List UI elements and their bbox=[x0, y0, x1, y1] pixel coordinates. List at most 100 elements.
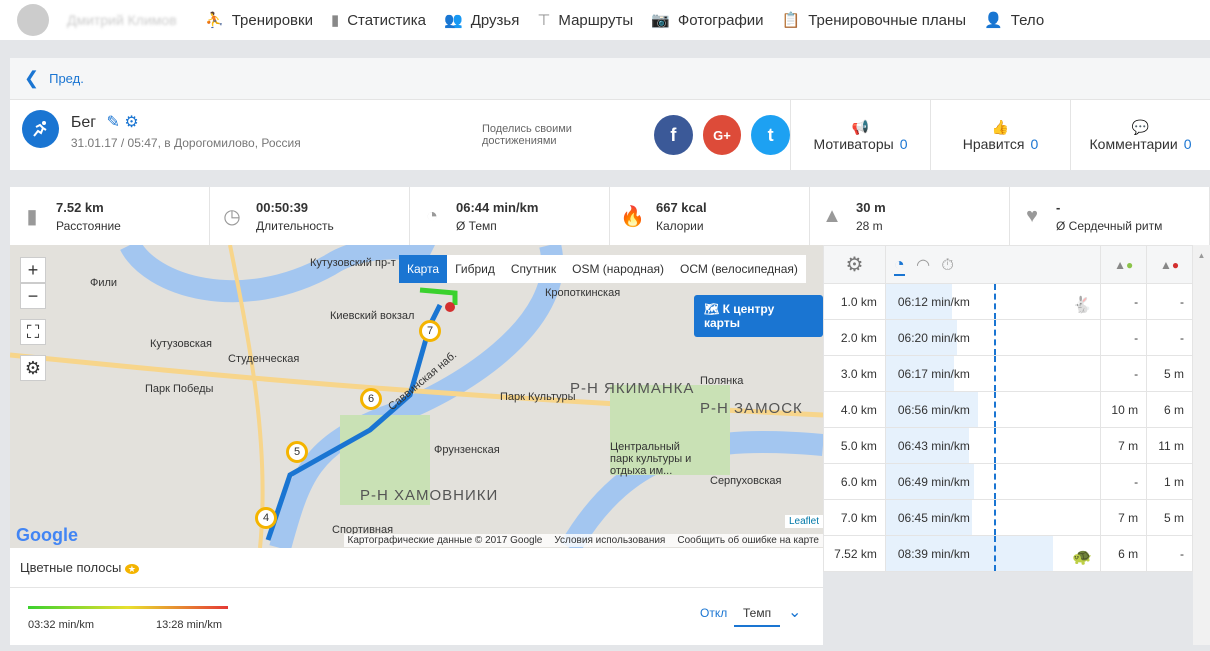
map-label: Центральный парк культуры и отдыха им... bbox=[610, 441, 692, 477]
motivators-button[interactable]: 📢 Мотиваторы 0 bbox=[790, 100, 930, 170]
legend-off-option[interactable]: Откл bbox=[700, 606, 727, 620]
nav-label: Тело bbox=[1010, 11, 1045, 29]
comments-button[interactable]: 💬 Комментарии 0 bbox=[1070, 100, 1210, 170]
map-tab[interactable]: OSM (народная) bbox=[564, 255, 672, 283]
comment-icon: 💬 bbox=[1131, 118, 1150, 135]
prev-label: Пред. bbox=[49, 71, 84, 86]
map[interactable]: Кутузовский пр-т Фили Киевский вокзал Кутуз… bbox=[10, 245, 823, 548]
split-row: 7.0 km 06:45 min/km 7 m5 m bbox=[823, 499, 1193, 536]
nav-label: Статистика bbox=[347, 11, 426, 29]
split-distance: 5.0 km bbox=[823, 427, 886, 464]
nav-item[interactable]: 👤 Тело bbox=[984, 11, 1045, 30]
stat-label: Ø Сердечный ритм bbox=[1056, 218, 1163, 233]
center-map-button[interactable]: 🗺 К центру карты bbox=[694, 295, 823, 337]
map-settings-icon[interactable]: ⚙ bbox=[20, 355, 46, 381]
fullscreen-icon[interactable]: ⛶ bbox=[20, 319, 46, 345]
nav-label: Тренировки bbox=[231, 11, 313, 29]
terms-link[interactable]: Условия использования bbox=[554, 535, 665, 546]
stat-item: ◔ 06:44 min/km Ø Темп bbox=[410, 187, 610, 245]
leaflet-link[interactable]: Leaflet bbox=[784, 515, 823, 528]
legend-tempo-option[interactable]: Темп bbox=[734, 606, 781, 627]
zoom-out-button[interactable]: − bbox=[20, 283, 46, 309]
google-logo: Google bbox=[16, 525, 78, 545]
map-tab[interactable]: Гибрид bbox=[447, 255, 503, 283]
likes-button[interactable]: 👍 Нравится 0 bbox=[930, 100, 1070, 170]
pace-gradient bbox=[28, 606, 228, 609]
zoom-in-button[interactable]: + bbox=[20, 257, 46, 283]
nav-item[interactable]: ▮ Статистика bbox=[330, 11, 426, 30]
prev-link[interactable]: ❮ Пред. bbox=[10, 58, 1210, 100]
twitter-button[interactable]: t bbox=[751, 115, 790, 155]
edit-icon[interactable]: ✎ bbox=[107, 114, 120, 131]
km-marker[interactable]: 7 bbox=[419, 320, 441, 342]
average-line bbox=[993, 500, 996, 535]
split-distance: 1.0 km bbox=[823, 283, 886, 320]
map-label: Киевский вокзал bbox=[330, 310, 415, 322]
km-marker[interactable]: 4 bbox=[255, 507, 277, 529]
time-tab-icon[interactable]: ⏱ bbox=[941, 257, 953, 274]
google-plus-button[interactable]: G+ bbox=[702, 115, 742, 155]
settings-icon[interactable]: ⚙ bbox=[124, 114, 138, 131]
chevron-down-icon[interactable]: ⌄ bbox=[788, 602, 801, 622]
speed-tab-icon[interactable]: ◠ bbox=[916, 257, 930, 274]
bar-chart-icon: ▮ bbox=[330, 12, 340, 29]
signpost-icon: ⊤ bbox=[537, 12, 551, 29]
pace-icon: ◔ bbox=[425, 204, 439, 227]
split-ascent: 7 m bbox=[1100, 427, 1148, 464]
split-pace: 08:39 min/km bbox=[897, 546, 970, 561]
flame-icon: 🔥 bbox=[620, 205, 645, 228]
running-icon bbox=[22, 110, 59, 148]
stat-label: Калории bbox=[656, 218, 704, 233]
split-row: 1.0 km 06:12 min/km 🐇 - - bbox=[823, 283, 1193, 320]
stat-value: - bbox=[1056, 199, 1061, 215]
pace-tab-icon[interactable]: ◔ bbox=[893, 254, 905, 276]
average-line bbox=[993, 428, 996, 463]
workout-title: Бег bbox=[70, 114, 97, 131]
map-label: Фили bbox=[90, 277, 118, 289]
report-link[interactable]: Сообщить об ошибке на карте bbox=[677, 535, 819, 546]
nav-label: Фотографии bbox=[677, 11, 764, 29]
split-row: 3.0 km 06:17 min/km -5 m bbox=[823, 355, 1193, 392]
nav-item[interactable]: 👥 Друзья bbox=[444, 11, 520, 30]
legend-min: 03:32 min/km bbox=[28, 619, 95, 631]
scrollbar[interactable]: ▲ bbox=[1193, 245, 1210, 645]
stat-label: Длительность bbox=[256, 218, 334, 233]
map-label: Р-Н ЗАМОСК bbox=[700, 400, 803, 417]
facebook-button[interactable]: f bbox=[654, 115, 693, 155]
avatar[interactable] bbox=[17, 4, 49, 36]
gear-icon[interactable]: ⚙ bbox=[823, 245, 886, 284]
split-row: 4.0 km 06:56 min/km 10 m6 m bbox=[823, 391, 1193, 428]
elevation-icon: ▲ bbox=[822, 204, 842, 227]
split-pace: 06:20 min/km bbox=[897, 330, 970, 345]
average-line bbox=[993, 320, 996, 355]
thumbs-up-icon: 👍 bbox=[991, 118, 1010, 135]
nav-item[interactable]: ⊤ Маршруты bbox=[537, 11, 633, 30]
split-ascent: 7 m bbox=[1100, 499, 1148, 536]
split-ascent: - bbox=[1100, 319, 1148, 356]
nav-label: Друзья bbox=[470, 11, 520, 29]
split-distance: 7.0 km bbox=[823, 499, 886, 536]
km-marker[interactable]: 6 bbox=[360, 388, 382, 410]
km-marker[interactable]: 5 bbox=[286, 441, 308, 463]
share-label: Поделись своими достижениями bbox=[481, 123, 572, 147]
map-tab[interactable]: ОСМ (велосипедная) bbox=[672, 255, 806, 283]
split-distance: 4.0 km bbox=[823, 391, 886, 428]
split-row: 7.52 km 08:39 min/km 🐢 6 m- bbox=[823, 535, 1193, 572]
stat-value: 06:44 min/km bbox=[456, 199, 539, 215]
map-tab[interactable]: Спутник bbox=[503, 255, 564, 283]
map-label: Р-Н ХАМОВНИКИ bbox=[360, 487, 499, 504]
split-descent: - bbox=[1146, 535, 1193, 572]
nav-item[interactable]: 📷 Фотографии bbox=[651, 11, 764, 30]
nav-item[interactable]: ⛹ Тренировки bbox=[205, 11, 313, 30]
map-tab[interactable]: Карта bbox=[399, 255, 448, 283]
user-name[interactable]: Дмитрий Климов bbox=[67, 12, 187, 28]
split-distance: 3.0 km bbox=[823, 355, 886, 392]
split-distance: 2.0 km bbox=[823, 319, 886, 356]
nav-item[interactable]: 📋 Тренировочные планы bbox=[782, 11, 967, 30]
split-ascent: 6 m bbox=[1100, 535, 1148, 572]
split-descent: 5 m bbox=[1146, 499, 1193, 536]
map-type-tabs: Карта Гибрид Спутник OSM (народная) ОСМ (вел… bbox=[399, 255, 806, 283]
split-pace: 06:17 min/km bbox=[897, 366, 970, 381]
stat-label: Расстояние bbox=[56, 218, 121, 233]
rabbit-icon: 🐇 bbox=[1072, 296, 1093, 314]
